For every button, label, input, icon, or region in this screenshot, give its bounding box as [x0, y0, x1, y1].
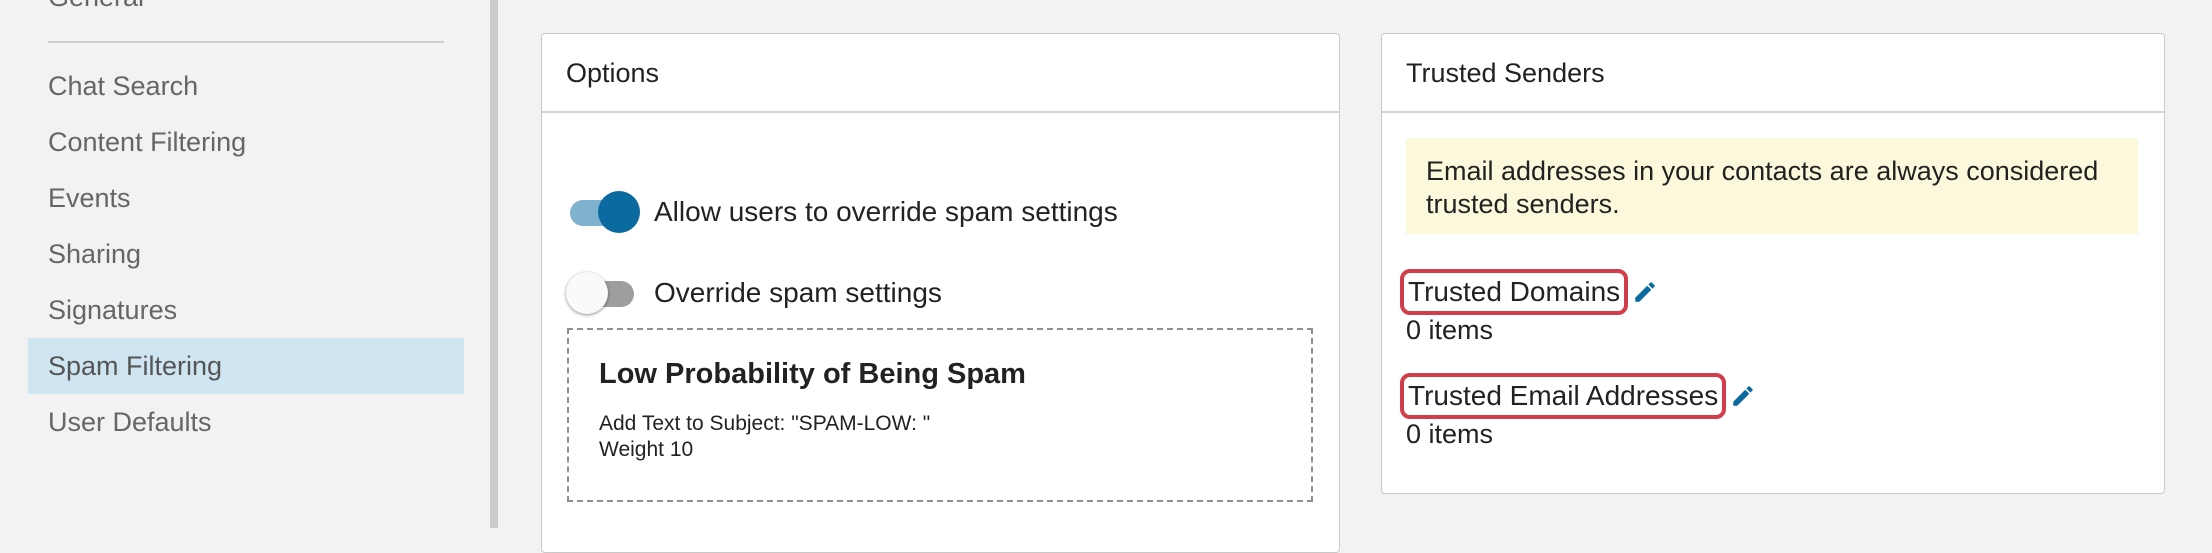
sidebar-item-events[interactable]: Events: [28, 170, 464, 226]
sidebar-nav: Chat Search Content Filtering Events Sha…: [28, 58, 464, 450]
sidebar-resize-divider: [490, 0, 498, 528]
sidebar-item-sharing[interactable]: Sharing: [28, 226, 464, 282]
sidebar-divider: [48, 41, 444, 43]
sidebar-section-heading: General: [48, 0, 144, 13]
toggle-knob: [566, 272, 608, 314]
allow-override-toggle-row[interactable]: Allow users to override spam settings: [568, 190, 1118, 234]
trusted-contacts-notice: Email addresses in your contacts are alw…: [1406, 138, 2138, 234]
spam-rule-weight: Weight 10: [599, 438, 694, 461]
sidebar-item-signatures[interactable]: Signatures: [28, 282, 464, 338]
allow-override-label: Allow users to override spam settings: [654, 196, 1118, 227]
trusted-senders-panel: Trusted Senders Email addresses in your …: [1381, 33, 2165, 494]
spam-rule-subject-text: Add Text to Subject: "SPAM-LOW: ": [599, 412, 931, 435]
toggle-knob: [598, 191, 640, 233]
sidebar-item-chat-search[interactable]: Chat Search: [28, 58, 464, 114]
override-spam-toggle-row[interactable]: Override spam settings: [566, 271, 942, 315]
override-spam-toggle[interactable]: [566, 271, 638, 315]
trusted-senders-title: Trusted Senders: [1382, 34, 2164, 113]
spam-rule-title: Low Probability of Being Spam: [599, 358, 1026, 390]
trusted-emails-count: 0 items: [1406, 419, 1494, 449]
allow-override-toggle[interactable]: [568, 190, 640, 234]
override-spam-label: Override spam settings: [654, 277, 942, 308]
trusted-emails-row: Trusted Email Addresses: [1400, 373, 1756, 419]
options-panel-title: Options: [542, 34, 1339, 113]
trusted-domains-link[interactable]: Trusted Domains: [1400, 269, 1629, 315]
trusted-email-addresses-link[interactable]: Trusted Email Addresses: [1400, 373, 1727, 419]
sidebar: General Chat Search Content Filtering Ev…: [0, 0, 490, 528]
trusted-domains-count: 0 items: [1406, 315, 1494, 345]
pencil-icon[interactable]: [1632, 279, 1658, 305]
sidebar-item-user-defaults[interactable]: User Defaults: [28, 394, 464, 450]
sidebar-item-content-filtering[interactable]: Content Filtering: [28, 114, 464, 170]
pencil-icon[interactable]: [1730, 383, 1756, 409]
spam-rule-card[interactable]: Low Probability of Being Spam Add Text t…: [567, 328, 1313, 502]
sidebar-item-spam-filtering[interactable]: Spam Filtering: [28, 338, 464, 394]
trusted-domains-row: Trusted Domains: [1400, 269, 1658, 315]
options-panel: Options Allow users to override spam set…: [541, 33, 1340, 553]
